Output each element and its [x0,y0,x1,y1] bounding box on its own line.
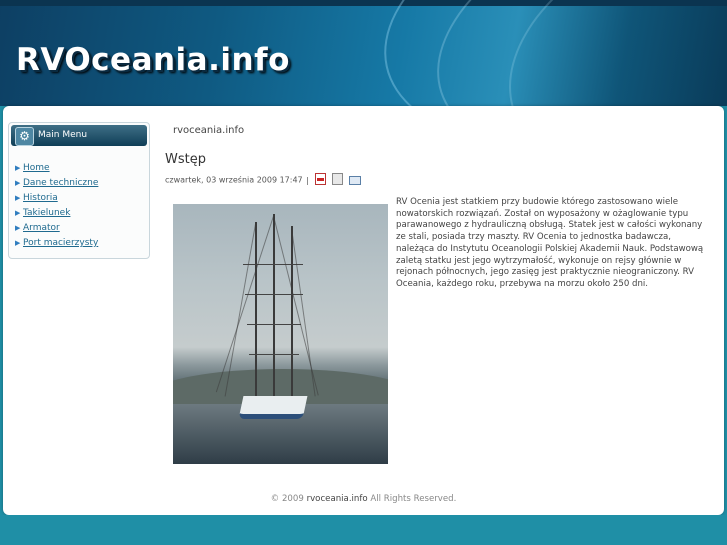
content-panel: ⚙ Main Menu ▶ Home ▶ Dane techniczne ▶ Hist… [3,106,724,515]
arrow-right-icon: ▶ [15,239,21,247]
menu-link-home[interactable]: Home [23,163,50,173]
photo-yard [243,264,303,265]
photo-yard [247,324,301,325]
photo-yard [245,294,303,295]
main-menu-header: ⚙ Main Menu [11,125,147,146]
footer-site: rvoceania.info [306,494,368,504]
email-icon[interactable] [348,175,361,185]
site-header: RVOceania.info [0,0,727,106]
footer-rights: All Rights Reserved. [370,494,457,504]
site-logo[interactable]: RVOceania.info [16,42,290,78]
photo-hull [238,396,308,419]
article-title: Wstęp [165,152,206,167]
menu-item-home[interactable]: ▶ Home [15,161,98,176]
main-menu: ⚙ Main Menu ▶ Home ▶ Dane techniczne ▶ Hist… [8,122,150,259]
article-body: RV Ocenia jest statkiem przy budowie któ… [396,197,704,289]
gear-icon: ⚙ [15,127,34,146]
arrow-right-icon: ▶ [15,164,21,172]
menu-link-takielunek[interactable]: Takielunek [23,208,70,218]
menu-item-port-macierzysty[interactable]: ▶ Port macierzysty [15,236,98,251]
meta-separator: | [306,175,309,185]
photo-yard [249,354,299,355]
print-icon[interactable] [332,173,343,185]
main-menu-title: Main Menu [38,130,88,140]
article-meta: czwartek, 03 września 2009 17:47 | [165,173,361,186]
breadcrumb[interactable]: rvoceania.info [173,125,244,136]
menu-link-port-macierzysty[interactable]: Port macierzysty [23,238,98,248]
menu-item-armator[interactable]: ▶ Armator [15,221,98,236]
ship-photo [173,204,388,464]
article-date: czwartek, 03 września 2009 17:47 [165,175,303,185]
footer: © 2009 rvoceania.info All Rights Reserve… [3,494,724,504]
photo-rigging [215,216,274,393]
menu-item-dane-techniczne[interactable]: ▶ Dane techniczne [15,176,98,191]
photo-mast [273,214,275,402]
arrow-right-icon: ▶ [15,179,21,187]
footer-copyright: © 2009 [270,494,304,504]
photo-mast [255,222,257,402]
menu-link-dane-techniczne[interactable]: Dane techniczne [23,178,98,188]
arrow-right-icon: ▶ [15,209,21,217]
menu-list: ▶ Home ▶ Dane techniczne ▶ Historia ▶ Takiel… [15,161,98,251]
pdf-icon[interactable] [315,173,327,185]
page-bottom-band [0,515,727,545]
menu-link-armator[interactable]: Armator [23,223,60,233]
arrow-right-icon: ▶ [15,194,21,202]
arrow-right-icon: ▶ [15,224,21,232]
photo-mast [291,226,293,402]
menu-link-historia[interactable]: Historia [23,193,58,203]
menu-item-historia[interactable]: ▶ Historia [15,191,98,206]
menu-item-takielunek[interactable]: ▶ Takielunek [15,206,98,221]
